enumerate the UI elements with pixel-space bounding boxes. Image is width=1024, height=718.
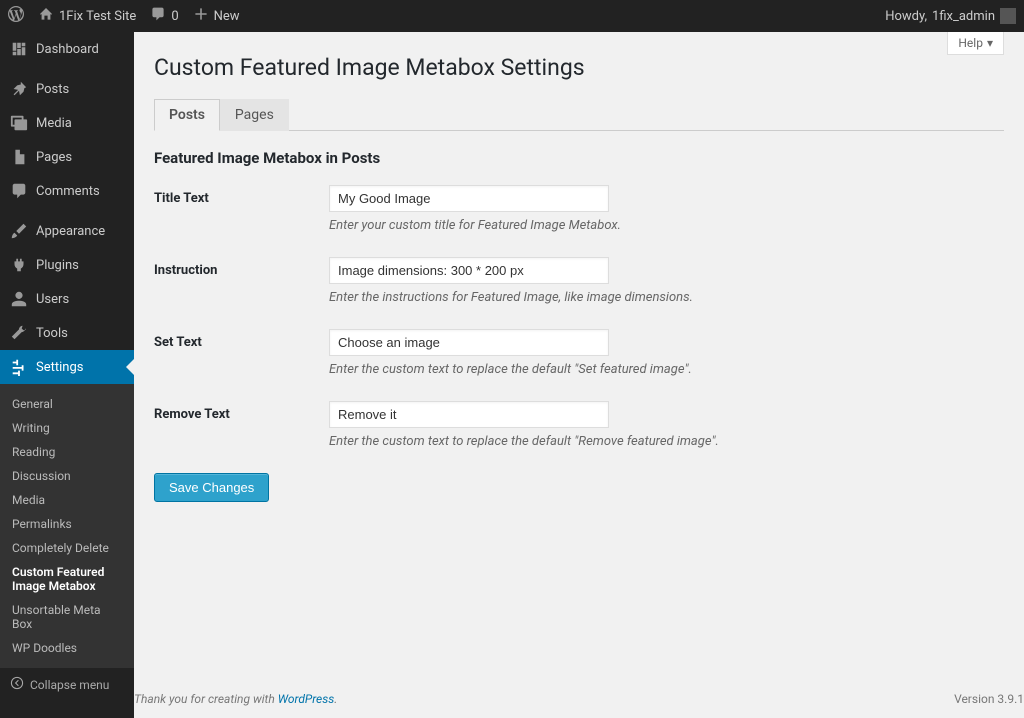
media-icon bbox=[10, 114, 28, 132]
wordpress-link[interactable]: WordPress bbox=[278, 692, 335, 706]
submenu-permalinks[interactable]: Permalinks bbox=[0, 512, 134, 536]
howdy-prefix: Howdy, bbox=[885, 9, 927, 24]
comments-link[interactable]: 0 bbox=[150, 6, 178, 26]
plug-icon bbox=[10, 256, 28, 274]
comments-count: 0 bbox=[171, 9, 178, 24]
submenu-unsortable-meta-box[interactable]: Unsortable Meta Box bbox=[0, 598, 134, 636]
avatar bbox=[1000, 8, 1016, 24]
admin-footer: Thank you for creating with WordPress. V… bbox=[134, 680, 1024, 718]
submenu-general[interactable]: General bbox=[0, 392, 134, 416]
footer-left: Thank you for creating with WordPress. bbox=[134, 692, 337, 706]
collapse-menu[interactable]: Collapse menu bbox=[0, 668, 134, 701]
wrench-icon bbox=[10, 324, 28, 342]
tab-pages[interactable]: Pages bbox=[220, 99, 289, 131]
sidebar-item-media[interactable]: Media bbox=[0, 106, 134, 140]
sliders-icon bbox=[10, 358, 28, 376]
user-icon bbox=[10, 290, 28, 308]
footer-thank-suffix: . bbox=[334, 692, 337, 706]
sidebar-item-label: Posts bbox=[36, 82, 69, 97]
new-label: New bbox=[214, 9, 240, 24]
user-menu[interactable]: Howdy, 1fix_admin bbox=[885, 8, 1016, 24]
help-label: Help bbox=[958, 36, 983, 50]
submenu-writing[interactable]: Writing bbox=[0, 416, 134, 440]
collapse-label: Collapse menu bbox=[30, 678, 109, 692]
bubble-icon bbox=[150, 6, 166, 26]
instruction-desc: Enter the instructions for Featured Imag… bbox=[329, 290, 1004, 305]
sidebar-item-users[interactable]: Users bbox=[0, 282, 134, 316]
sidebar-item-label: Settings bbox=[36, 360, 83, 375]
instruction-input[interactable] bbox=[329, 257, 609, 284]
submenu-discussion[interactable]: Discussion bbox=[0, 464, 134, 488]
sidebar-item-comments[interactable]: Comments bbox=[0, 174, 134, 208]
wp-logo[interactable] bbox=[8, 6, 24, 26]
sidebar-item-appearance[interactable]: Appearance bbox=[0, 214, 134, 248]
title-text-label: Title Text bbox=[154, 185, 329, 206]
set-text-desc: Enter the custom text to replace the def… bbox=[329, 362, 1004, 377]
submenu-wp-doodles[interactable]: WP Doodles bbox=[0, 636, 134, 660]
brush-icon bbox=[10, 222, 28, 240]
remove-text-input[interactable] bbox=[329, 401, 609, 428]
sidebar-item-label: Pages bbox=[36, 150, 72, 165]
pages-icon bbox=[10, 148, 28, 166]
submenu-media[interactable]: Media bbox=[0, 488, 134, 512]
home-icon bbox=[38, 6, 54, 26]
chevron-down-icon: ▾ bbox=[987, 36, 993, 50]
set-text-label: Set Text bbox=[154, 329, 329, 350]
sidebar-item-label: Users bbox=[36, 292, 69, 307]
sidebar-item-label: Dashboard bbox=[36, 42, 99, 57]
pin-icon bbox=[10, 80, 28, 98]
instruction-label: Instruction bbox=[154, 257, 329, 278]
remove-text-label: Remove Text bbox=[154, 401, 329, 422]
content-area: Help ▾ Custom Featured Image Metabox Set… bbox=[134, 32, 1024, 718]
title-text-desc: Enter your custom title for Featured Ima… bbox=[329, 218, 1004, 233]
footer-thank-prefix: Thank you for creating with bbox=[134, 692, 278, 706]
tabs: Posts Pages bbox=[154, 99, 1004, 131]
dashboard-icon bbox=[10, 40, 28, 58]
sidebar-item-settings[interactable]: Settings bbox=[0, 350, 134, 384]
sidebar-item-posts[interactable]: Posts bbox=[0, 72, 134, 106]
username: 1fix_admin bbox=[932, 9, 995, 24]
new-link[interactable]: New bbox=[193, 6, 240, 26]
admin-sidebar: Dashboard Posts Media Pages Comments App… bbox=[0, 32, 134, 718]
bubble-icon bbox=[10, 182, 28, 200]
submenu-completely-delete[interactable]: Completely Delete bbox=[0, 536, 134, 560]
save-button[interactable]: Save Changes bbox=[154, 473, 269, 502]
collapse-icon bbox=[10, 676, 24, 693]
footer-version: Version 3.9.1 bbox=[954, 692, 1024, 706]
settings-form: Title Text Enter your custom title for F… bbox=[154, 185, 1004, 449]
set-text-input[interactable] bbox=[329, 329, 609, 356]
remove-text-desc: Enter the custom text to replace the def… bbox=[329, 434, 1004, 449]
page-title: Custom Featured Image Metabox Settings bbox=[154, 42, 1004, 99]
title-text-input[interactable] bbox=[329, 185, 609, 212]
site-link[interactable]: 1Fix Test Site bbox=[38, 6, 136, 26]
help-tab[interactable]: Help ▾ bbox=[947, 32, 1004, 55]
submenu-custom-featured-image[interactable]: Custom Featured Image Metabox bbox=[0, 560, 134, 598]
sidebar-item-tools[interactable]: Tools bbox=[0, 316, 134, 350]
sidebar-item-label: Comments bbox=[36, 184, 100, 199]
submenu-reading[interactable]: Reading bbox=[0, 440, 134, 464]
sidebar-item-dashboard[interactable]: Dashboard bbox=[0, 32, 134, 66]
admin-bar: 1Fix Test Site 0 New Howdy, 1fix_admin bbox=[0, 0, 1024, 32]
site-name: 1Fix Test Site bbox=[59, 9, 136, 24]
tab-posts[interactable]: Posts bbox=[154, 99, 220, 131]
sidebar-item-label: Plugins bbox=[36, 258, 79, 273]
plus-icon bbox=[193, 6, 209, 26]
sidebar-item-label: Appearance bbox=[36, 224, 105, 239]
sidebar-item-pages[interactable]: Pages bbox=[0, 140, 134, 174]
sidebar-item-label: Tools bbox=[36, 326, 68, 341]
wordpress-icon bbox=[8, 6, 24, 26]
sidebar-item-label: Media bbox=[36, 116, 72, 131]
sidebar-item-plugins[interactable]: Plugins bbox=[0, 248, 134, 282]
section-title: Featured Image Metabox in Posts bbox=[154, 149, 1004, 167]
settings-submenu: General Writing Reading Discussion Media… bbox=[0, 384, 134, 668]
